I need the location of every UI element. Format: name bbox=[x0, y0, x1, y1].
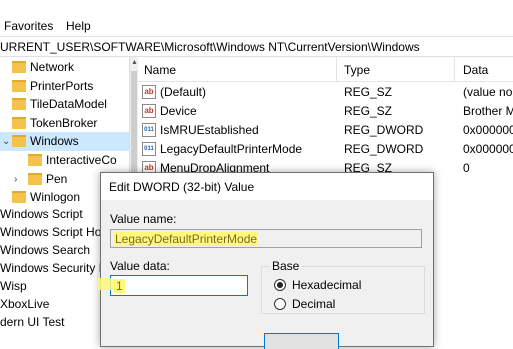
value-name: IsMRUEstablished bbox=[160, 123, 259, 137]
tree-item-windows-script-host[interactable]: Windows Script Ho bbox=[0, 223, 101, 242]
tree-item-interactiveco[interactable]: InteractiveCo bbox=[28, 151, 117, 170]
chevron-down-icon[interactable]: ⌄ bbox=[2, 132, 10, 151]
dialog-title: Edit DWORD (32-bit) Value bbox=[109, 180, 255, 194]
menu-favorites[interactable]: Favorites bbox=[4, 19, 53, 33]
list-header: Name Type Data bbox=[138, 57, 513, 82]
menu-help[interactable]: Help bbox=[66, 19, 91, 33]
column-divider[interactable] bbox=[454, 57, 455, 81]
highlighter-mark bbox=[98, 278, 114, 290]
tree-item-xboxlive[interactable]: XboxLive bbox=[0, 295, 49, 314]
tree-item-network[interactable]: Network bbox=[12, 58, 74, 77]
edit-dword-dialog: Edit DWORD (32-bit) Value Value name: Le… bbox=[100, 172, 434, 349]
radio-unselected-icon[interactable] bbox=[274, 298, 286, 310]
value-name: (Default) bbox=[160, 85, 207, 99]
dword-value-icon: 011 bbox=[142, 142, 156, 156]
folder-icon bbox=[12, 117, 26, 129]
radio-decimal[interactable]: Decimal bbox=[274, 297, 474, 313]
value-data: 0x000000 bbox=[463, 123, 513, 137]
folder-icon bbox=[12, 98, 26, 110]
column-divider[interactable] bbox=[336, 57, 337, 81]
chevron-right-icon[interactable]: › bbox=[14, 170, 17, 189]
folder-icon bbox=[12, 135, 26, 147]
radio-hexadecimal[interactable]: Hexadecimal bbox=[274, 278, 474, 294]
radio-selected-icon[interactable] bbox=[274, 279, 286, 291]
value-data-text[interactable]: 1 bbox=[114, 279, 125, 293]
column-data[interactable]: Data bbox=[463, 63, 488, 77]
tree-item-modern-ui-test[interactable]: dern UI Test bbox=[0, 313, 64, 332]
list-row[interactable]: ab (Default) REG_SZ (value no bbox=[138, 83, 513, 102]
folder-icon bbox=[28, 154, 42, 166]
value-type: REG_SZ bbox=[344, 85, 393, 99]
menu-bar: Favorites Help bbox=[0, 14, 513, 36]
folder-icon bbox=[12, 80, 26, 92]
value-name-field: LegacyDefaultPrinterMode bbox=[110, 229, 422, 248]
tree-item-windows-script[interactable]: Windows Script bbox=[0, 205, 83, 224]
value-name-label: Value name: bbox=[110, 212, 177, 226]
value-name: LegacyDefaultPrinterMode bbox=[160, 142, 303, 156]
base-group-label: Base bbox=[270, 259, 302, 273]
tree-item-windows-security-health[interactable]: Windows Security H bbox=[0, 259, 107, 278]
tree-item-tiledatamodel[interactable]: TileDataModel bbox=[12, 95, 107, 114]
folder-icon bbox=[12, 61, 26, 73]
value-data: (value no bbox=[463, 85, 513, 99]
value-name-text: LegacyDefaultPrinterMode bbox=[114, 232, 259, 246]
base-group: Base Hexadecimal Decimal bbox=[261, 259, 425, 314]
address-bar[interactable]: URRENT_USER\SOFTWARE\Microsoft\Windows N… bbox=[0, 36, 513, 57]
ok-button[interactable] bbox=[264, 333, 339, 349]
value-data: 0 bbox=[463, 161, 470, 175]
string-value-icon: ab bbox=[142, 104, 156, 118]
value-data: Brother M bbox=[463, 104, 513, 118]
address-path[interactable]: URRENT_USER\SOFTWARE\Microsoft\Windows N… bbox=[0, 40, 420, 54]
list-row[interactable]: 011 IsMRUEstablished REG_DWORD 0x000000 bbox=[138, 121, 513, 140]
string-value-icon: ab bbox=[142, 85, 156, 99]
dword-value-icon: 011 bbox=[142, 123, 156, 137]
value-name: Device bbox=[160, 104, 197, 118]
dialog-titlebar[interactable]: Edit DWORD (32-bit) Value bbox=[101, 173, 433, 200]
tree-item-wisp[interactable]: Wisp bbox=[0, 277, 27, 296]
tree-item-tokenbroker[interactable]: TokenBroker bbox=[12, 114, 97, 133]
tree-item-windows-search[interactable]: Windows Search bbox=[0, 241, 90, 260]
tree-item-printerports[interactable]: PrinterPorts bbox=[12, 77, 93, 96]
column-name[interactable]: Name bbox=[144, 63, 176, 77]
value-data: 0x000000 bbox=[463, 142, 513, 156]
column-type[interactable]: Type bbox=[344, 63, 370, 77]
scroll-up-icon[interactable]: ▲ bbox=[131, 59, 138, 66]
value-data-input[interactable]: 1 bbox=[110, 275, 248, 296]
value-data-label: Value data: bbox=[110, 259, 170, 273]
value-type: REG_SZ bbox=[344, 104, 393, 118]
value-type: REG_DWORD bbox=[344, 123, 424, 137]
list-row[interactable]: 011 LegacyDefaultPrinterMode REG_DWORD 0… bbox=[138, 140, 513, 159]
folder-icon bbox=[28, 173, 42, 185]
value-type: REG_DWORD bbox=[344, 142, 424, 156]
list-row[interactable]: ab Device REG_SZ Brother M bbox=[138, 102, 513, 121]
tree-item-windows[interactable]: ⌄ Windows bbox=[0, 132, 129, 151]
folder-icon bbox=[12, 191, 26, 203]
